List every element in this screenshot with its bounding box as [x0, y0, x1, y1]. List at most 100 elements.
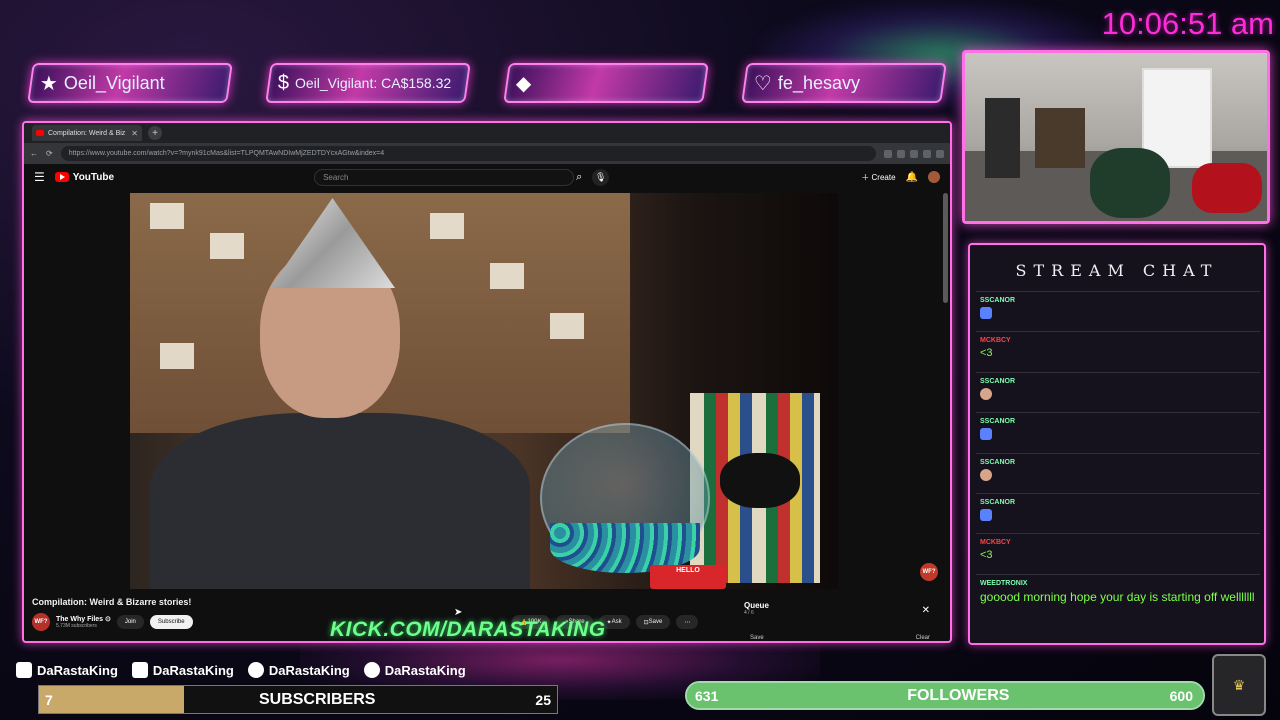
pinned-note	[210, 233, 244, 259]
queue-title: Queue	[744, 601, 769, 610]
subscribe-button[interactable]: Subscribe	[149, 615, 193, 629]
address-bar-row: ← ⟳ https://www.youtube.com/watch?v=?myn…	[24, 143, 950, 164]
create-button[interactable]: ＋ Create	[861, 172, 895, 183]
save-label: Save	[648, 619, 663, 625]
pinned-note	[150, 203, 184, 229]
social-handle: DaRastaKing	[37, 662, 118, 678]
microphone-prop	[720, 453, 800, 508]
browser-tab[interactable]: Compilation: Weird & Biz ✕	[32, 125, 142, 141]
ask-label: Ask	[611, 619, 622, 625]
emote-icon	[980, 307, 992, 319]
create-label: Create	[871, 172, 896, 182]
close-tab-icon[interactable]: ✕	[131, 129, 138, 138]
more-options-icon[interactable]: ⋯	[676, 615, 699, 629]
chat-username: SSCANOR	[980, 498, 1016, 506]
chat-username: MCKBCY	[980, 337, 1011, 345]
chat-username: SSCANOR	[980, 377, 1016, 385]
extension-icon[interactable]	[897, 149, 905, 158]
pinned-note	[550, 313, 584, 339]
tab-title: Compilation: Weird & Biz	[48, 129, 126, 137]
webcam-streamer	[1090, 148, 1170, 218]
pinned-note	[160, 343, 194, 369]
chat-text: <3	[980, 347, 993, 360]
tab-strip: Compilation: Weird & Biz ✕ +	[24, 123, 950, 143]
save-button[interactable]: ⊡ Save	[635, 615, 671, 629]
follower-count: 631	[695, 687, 719, 704]
subscriber-count: 7	[45, 691, 53, 708]
alert-text: fe_hesavy	[777, 72, 860, 93]
chat-list: SSCANOR MCKBCY <3 SSCANOR SSCANOR SSCANO…	[976, 291, 1260, 630]
alert-text: Oeil_Vigilant	[63, 72, 165, 93]
search-input[interactable]: Search	[314, 168, 575, 186]
extension-icon[interactable]	[910, 149, 918, 158]
follower-goal-bar: 631 FOLLOWERS 600	[685, 681, 1205, 710]
microphone-icon[interactable]: 🎙	[592, 168, 610, 186]
channel-watermark[interactable]: WF?	[920, 563, 938, 581]
youtube-icon	[131, 662, 148, 678]
search-icon[interactable]: ⌕	[576, 171, 582, 184]
social-instagram: DaRastaKing	[247, 662, 350, 678]
chat-username: MCKBCY	[980, 539, 1011, 547]
subscriber-goal-bar: 7 SUBSCRIBERS 25	[38, 685, 558, 714]
youtube-header: ☰ YouTube Search ⌕ 🎙 ＋ Create 🔔	[24, 164, 950, 190]
queue-save-button[interactable]: Save	[750, 635, 764, 641]
chat-username: SSCANOR	[980, 418, 1016, 426]
stream-chat: STREAM CHAT SSCANOR MCKBCY <3 SSCANOR SS…	[968, 243, 1266, 645]
chat-title: STREAM CHAT	[1015, 261, 1219, 280]
chat-text: <3	[980, 549, 993, 562]
chat-message: SSCANOR	[976, 291, 1260, 331]
youtube-play-icon	[54, 172, 69, 182]
new-tab-button[interactable]: +	[148, 126, 162, 140]
youtube-logo[interactable]: YouTube	[54, 172, 114, 183]
emote-icon	[980, 468, 992, 481]
queue-clear-button[interactable]: Clear	[916, 635, 930, 641]
emote-icon	[980, 428, 992, 441]
chat-username: SSCANOR	[980, 458, 1016, 466]
clock: 10:06:51 am	[1101, 6, 1274, 41]
back-icon[interactable]: ←	[30, 149, 38, 158]
webcam-gaming-chair	[1192, 163, 1262, 213]
alert-last-sub: ◆	[503, 63, 709, 103]
extension-icon[interactable]	[936, 149, 944, 158]
social-handle: DaRastaKing	[384, 662, 466, 678]
queue-count: 4 / 6	[744, 610, 754, 616]
extension-icon[interactable]	[884, 149, 892, 158]
channel-row: WF? The Why Files ⊙ 5.73M subscribers Jo…	[32, 613, 193, 631]
reload-icon[interactable]: ⟳	[46, 149, 53, 158]
social-handle: DaRastaKing	[268, 662, 350, 678]
queue-panel: Queue 4 / 6 ✕ Save Clear	[744, 601, 934, 641]
kick-url-overlay: KICK.COM/DARASTAKING	[330, 618, 606, 641]
twitter-icon	[363, 662, 380, 678]
browser-capture: Compilation: Weird & Biz ✕ + ← ⟳ https:/…	[22, 121, 952, 643]
url-input[interactable]: https://www.youtube.com/watch?v=?mynk91c…	[60, 146, 876, 161]
alert-last-donation: $ Oeil_Vigilant: CA$158.32	[265, 63, 471, 103]
alert-last-follower: ★ Oeil_Vigilant	[27, 63, 233, 103]
dollar-icon: $	[278, 71, 290, 94]
hello-name-tag: HELLO	[650, 565, 726, 589]
follower-label: FOLLOWERS	[907, 686, 1010, 704]
emote-icon	[980, 387, 992, 400]
chat-message: WEEDTRONIX gooood morning hope your day …	[976, 573, 1260, 630]
chat-message: SSCANOR	[976, 412, 1260, 452]
extension-icon[interactable]	[923, 149, 931, 158]
close-icon[interactable]: ✕	[922, 605, 930, 616]
subscriber-label: SUBSCRIBERS	[258, 690, 376, 708]
webcam-table	[1035, 108, 1085, 168]
join-button[interactable]: Join	[116, 615, 144, 629]
diamond-icon: ◆	[516, 72, 532, 95]
social-twitter: DaRastaKing	[363, 662, 466, 678]
video-title: Compilation: Weird & Bizarre stories!	[32, 597, 192, 607]
crown-badge-icon: ♛	[1212, 654, 1266, 716]
channel-avatar[interactable]: WF?	[32, 613, 50, 631]
channel-name[interactable]: The Why Files ⊙	[56, 615, 111, 623]
page-scrollbar[interactable]	[943, 193, 948, 303]
hamburger-menu-icon[interactable]: ☰	[34, 170, 45, 184]
follower-goal: 600	[1169, 687, 1193, 704]
chat-text: gooood morning hope your day is starting…	[980, 589, 1255, 604]
chat-message: MCKBCY <3	[976, 533, 1260, 573]
video-player[interactable]: HELLO	[130, 193, 838, 589]
pinned-note	[430, 213, 464, 239]
avatar[interactable]	[928, 171, 940, 183]
chat-username: SSCANOR	[980, 297, 1016, 304]
notifications-bell-icon[interactable]: 🔔	[906, 172, 918, 183]
